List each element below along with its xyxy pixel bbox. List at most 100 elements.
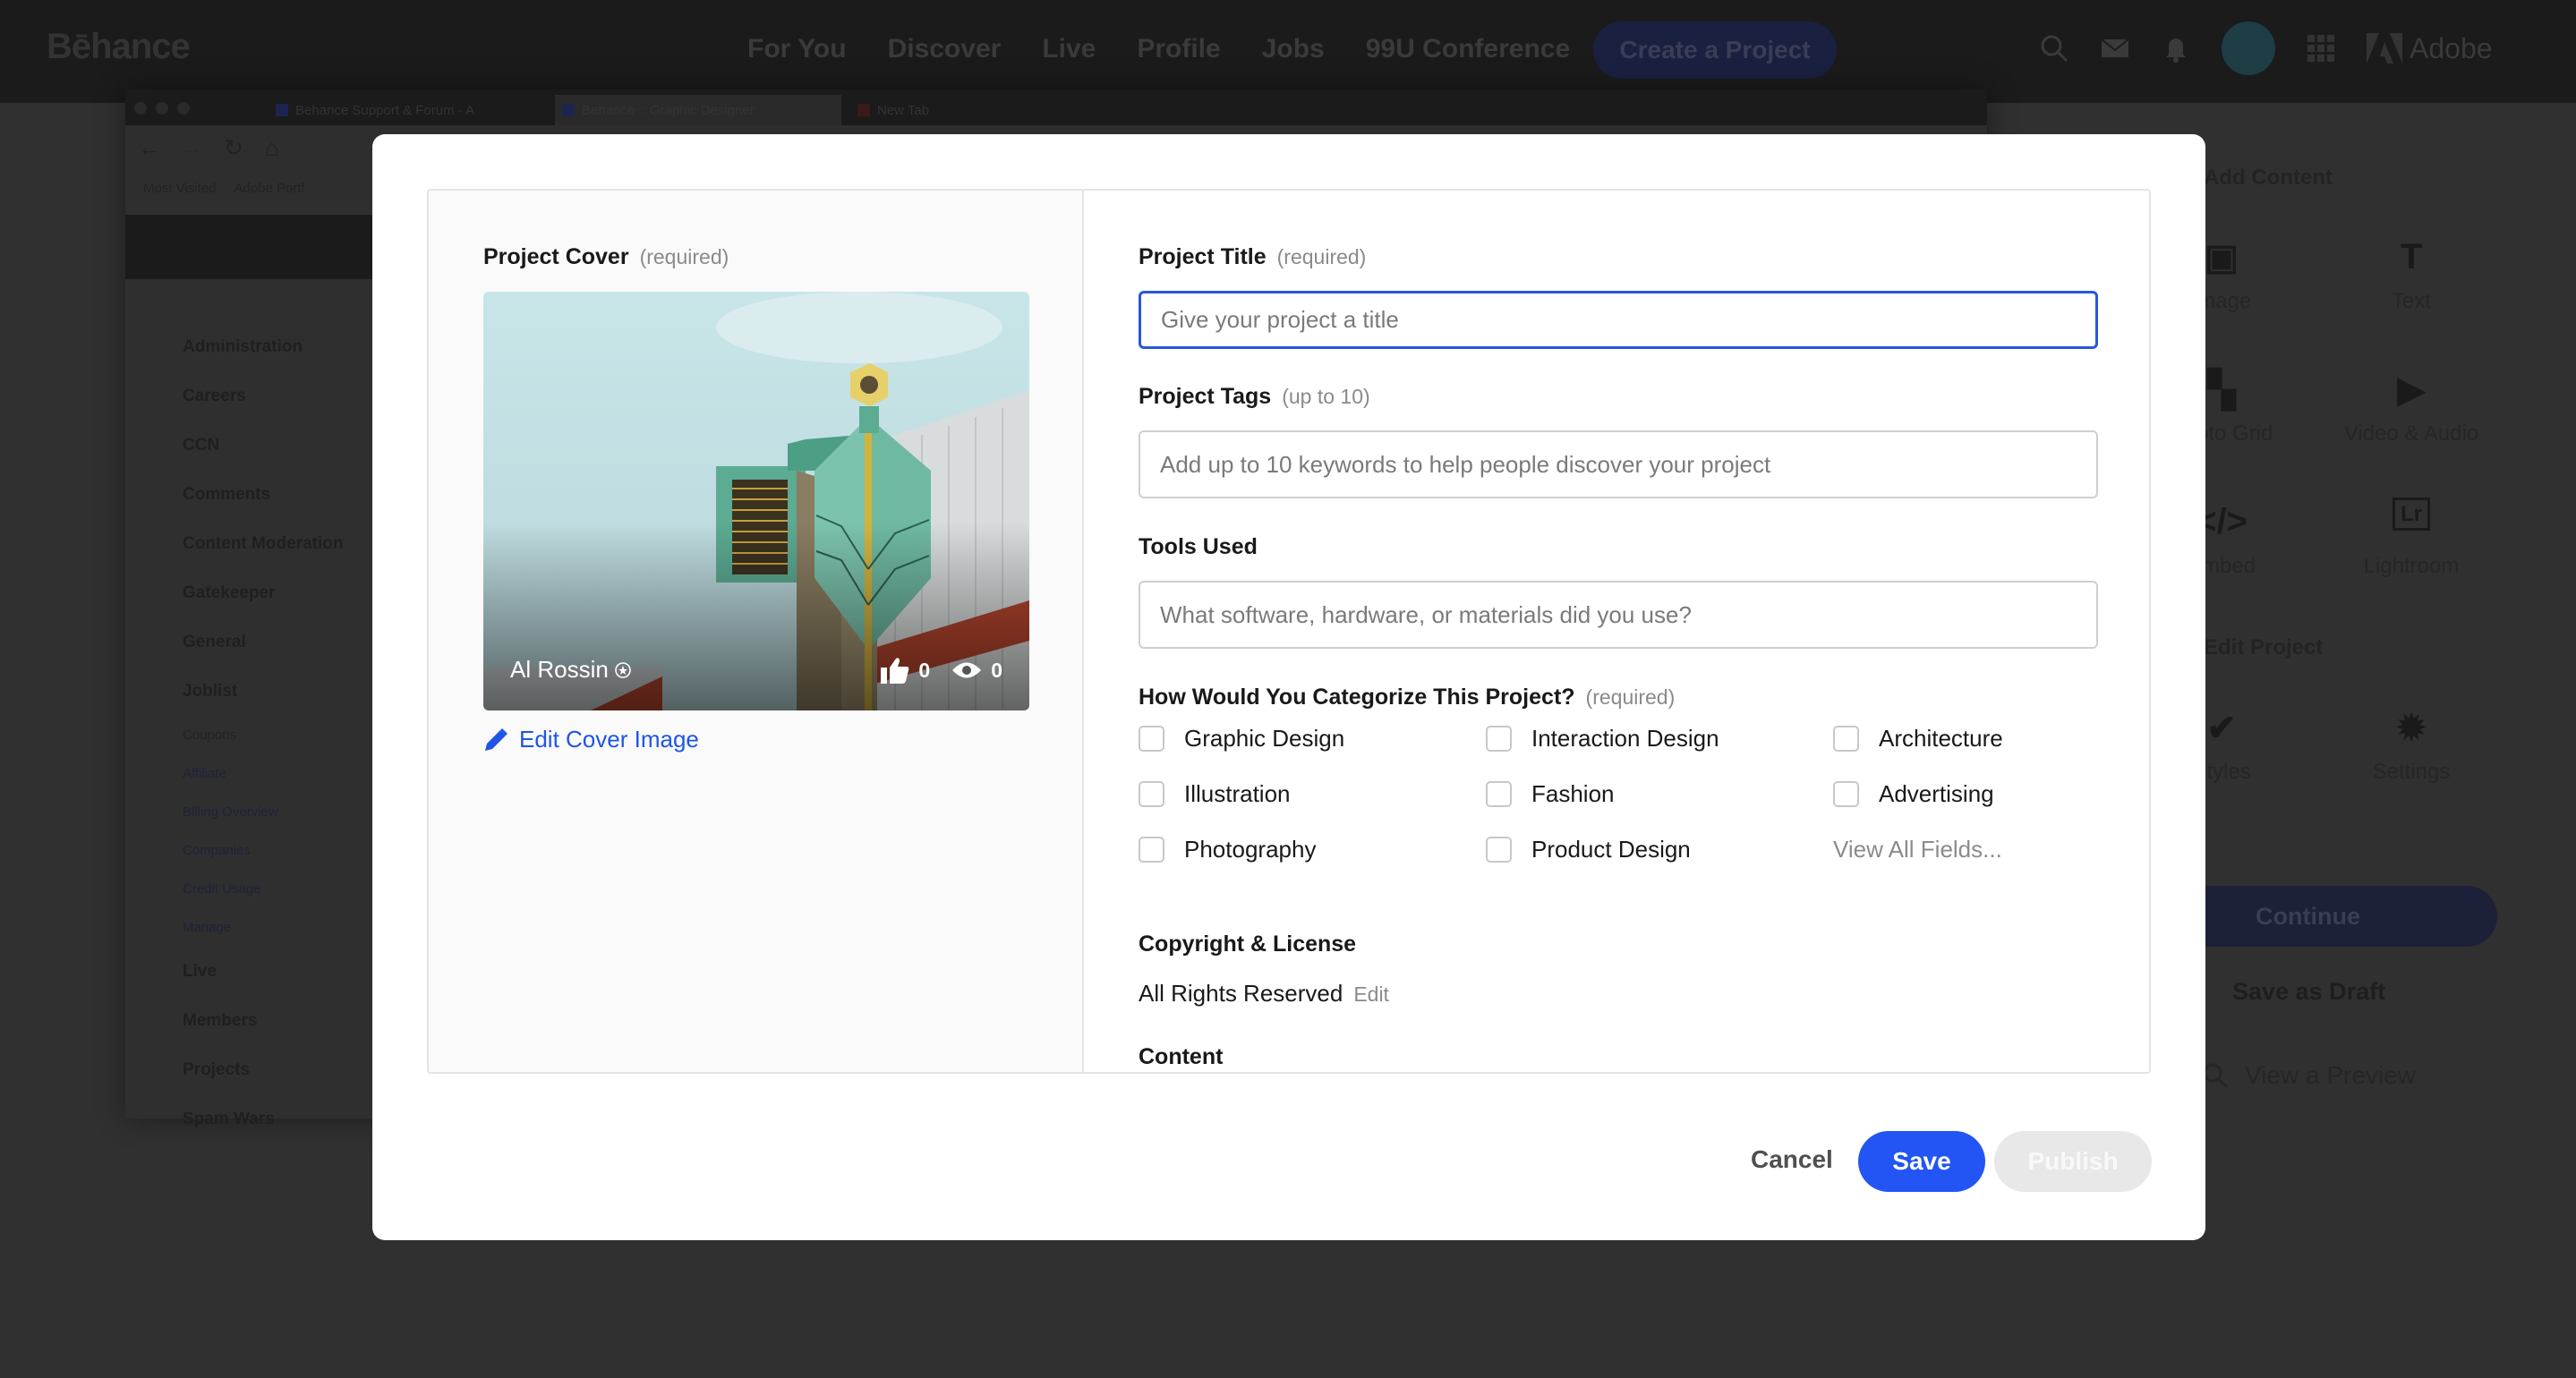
bookmark-most-visited[interactable]: Most Visited <box>143 181 216 196</box>
content-label: Content <box>1139 1044 1223 1070</box>
category-fashion[interactable]: Fashion <box>1486 780 1615 808</box>
checkbox[interactable] <box>1486 726 1512 752</box>
category-label: Fashion <box>1531 780 1615 807</box>
sidebar-item[interactable]: Content Moderation <box>183 519 397 568</box>
forward-icon[interactable]: → <box>179 134 202 162</box>
save-button[interactable]: Save <box>1858 1131 1985 1192</box>
tool-label: Settings <box>2372 760 2451 784</box>
tools-used-input[interactable] <box>1139 581 2098 649</box>
sidebar-item[interactable]: Coupons <box>183 716 397 754</box>
nav-link-99u-conference[interactable]: 99U Conference <box>1366 34 1570 64</box>
publish-button[interactable]: Publish <box>1994 1131 2152 1192</box>
nav-link-profile[interactable]: Profile <box>1137 34 1220 64</box>
checkbox[interactable] <box>1833 726 1859 752</box>
required-hint: (required) <box>639 245 729 268</box>
back-icon[interactable]: ← <box>138 134 161 162</box>
edit-cover-image-button[interactable]: Edit Cover Image <box>483 726 699 753</box>
nav-link-for-you[interactable]: For You <box>747 34 847 64</box>
sidebar-item[interactable]: Administration <box>183 322 397 371</box>
tags-hint: (up to 10) <box>1282 385 1370 408</box>
browser-tab[interactable]: New Tab <box>850 95 1119 125</box>
checkbox[interactable] <box>1486 781 1512 807</box>
view-preview-button[interactable]: View a Preview <box>2202 1061 2416 1090</box>
checkbox[interactable] <box>1139 726 1164 752</box>
sidebar-item[interactable]: CCN <box>183 421 397 470</box>
create-project-button[interactable]: Create a Project <box>1593 21 1837 79</box>
project-tags-input[interactable] <box>1139 430 2098 498</box>
home-icon[interactable]: ⌂ <box>265 134 279 162</box>
lightroom-icon: Lr <box>2322 498 2501 547</box>
cancel-button[interactable]: Cancel <box>1751 1145 1833 1174</box>
bookmarks-bar: Most Visited Adobe Portf <box>143 181 305 196</box>
badge-icon <box>615 661 631 678</box>
sidebar-item[interactable]: Spam Wars <box>183 1094 397 1144</box>
sidebar-item[interactable]: Comments <box>183 470 397 519</box>
tool-video-audio[interactable]: ▶ Video & Audio <box>2322 370 2501 447</box>
apps-grid-icon[interactable] <box>2306 33 2336 64</box>
sidebar-item[interactable]: Projects <box>183 1045 397 1094</box>
checkbox[interactable] <box>1139 781 1164 807</box>
cover-owner: Al Rossin <box>510 656 632 684</box>
checkbox[interactable] <box>1833 781 1859 807</box>
label-text: Project Tags <box>1139 384 1272 409</box>
category-architecture[interactable]: Architecture <box>1833 725 2003 753</box>
nav-link-discover[interactable]: Discover <box>888 34 1002 64</box>
sidebar-item[interactable]: Companies <box>183 831 397 870</box>
sidebar-item[interactable]: Live <box>183 947 397 996</box>
close-window-button[interactable] <box>134 102 147 115</box>
tool-label: Video & Audio <box>2343 421 2479 446</box>
category-illustration[interactable]: Illustration <box>1139 780 1291 808</box>
sidebar-item[interactable]: Members <box>183 996 397 1045</box>
bell-icon[interactable] <box>2161 33 2191 64</box>
view-all-fields-link[interactable]: View All Fields... <box>1833 836 2002 863</box>
favicon-icon <box>276 104 288 116</box>
project-title-input[interactable] <box>1139 291 2098 349</box>
modal-footer: Cancel Save Publish <box>372 1127 2205 1199</box>
category-label: Graphic Design <box>1184 725 1345 752</box>
mail-icon[interactable] <box>2100 33 2130 64</box>
checkbox[interactable] <box>1139 837 1164 863</box>
save-as-draft-button[interactable]: Save as Draft <box>2232 978 2385 1006</box>
sidebar-item[interactable]: Credit Usage <box>183 870 397 908</box>
checkbox[interactable] <box>1486 837 1512 863</box>
browser-tab-active[interactable]: Behance :: Graphic Designer <box>555 95 841 125</box>
browser-tab-strip: Behance Support & Forum - A Behance :: G… <box>125 89 1987 125</box>
tool-settings[interactable]: ✹ Settings <box>2322 708 2501 785</box>
project-title-label: Project Title (required) <box>1139 244 1366 270</box>
avatar[interactable] <box>2222 21 2275 75</box>
cover-image[interactable]: Al Rossin 0 0 <box>483 292 1029 710</box>
copyright-license-label: Copyright & License <box>1139 931 1356 957</box>
behance-logo[interactable]: Bēhance <box>47 27 191 67</box>
tool-lightroom[interactable]: Lr Lightroom <box>2322 498 2501 579</box>
search-icon[interactable] <box>2039 33 2069 64</box>
category-graphic-design[interactable]: Graphic Design <box>1139 725 1344 753</box>
category-label: Advertising <box>1879 780 1994 807</box>
sidebar-item[interactable]: Affiliate <box>183 754 397 793</box>
maximize-window-button[interactable] <box>177 102 190 115</box>
minimize-window-button[interactable] <box>156 102 168 115</box>
sidebar-item[interactable]: Careers <box>183 371 397 421</box>
nav-link-live[interactable]: Live <box>1042 34 1096 64</box>
category-product-design[interactable]: Product Design <box>1486 836 1691 863</box>
tool-label: Lightroom <box>2363 554 2460 578</box>
favicon-icon <box>857 104 870 116</box>
project-cover-label: Project Cover (required) <box>483 244 729 270</box>
category-photography[interactable]: Photography <box>1139 836 1316 863</box>
sidebar-item[interactable]: Manage <box>183 908 397 947</box>
browser-tab[interactable]: Behance Support & Forum - A <box>269 95 546 125</box>
category-advertising[interactable]: Advertising <box>1833 780 1994 808</box>
sidebar-item[interactable]: Gatekeeper <box>183 568 397 617</box>
edit-license-link[interactable]: Edit <box>1353 982 1389 1007</box>
sidebar-item[interactable]: Billing Overview <box>183 793 397 831</box>
reload-icon[interactable]: ↻ <box>224 134 243 162</box>
adobe-menu[interactable]: Adobe <box>2367 32 2493 65</box>
views-count: 0 <box>991 658 1002 682</box>
tool-text[interactable]: T Text <box>2322 237 2501 314</box>
category-interaction-design[interactable]: Interaction Design <box>1486 725 1719 753</box>
nav-link-jobs[interactable]: Jobs <box>1262 34 1325 64</box>
category-label: Illustration <box>1184 780 1291 807</box>
bookmark-adobe-portfolio[interactable]: Adobe Portf <box>234 181 304 196</box>
eye-icon <box>952 662 982 678</box>
sidebar-item[interactable]: Joblist <box>183 667 397 716</box>
sidebar-item[interactable]: General <box>183 617 397 667</box>
